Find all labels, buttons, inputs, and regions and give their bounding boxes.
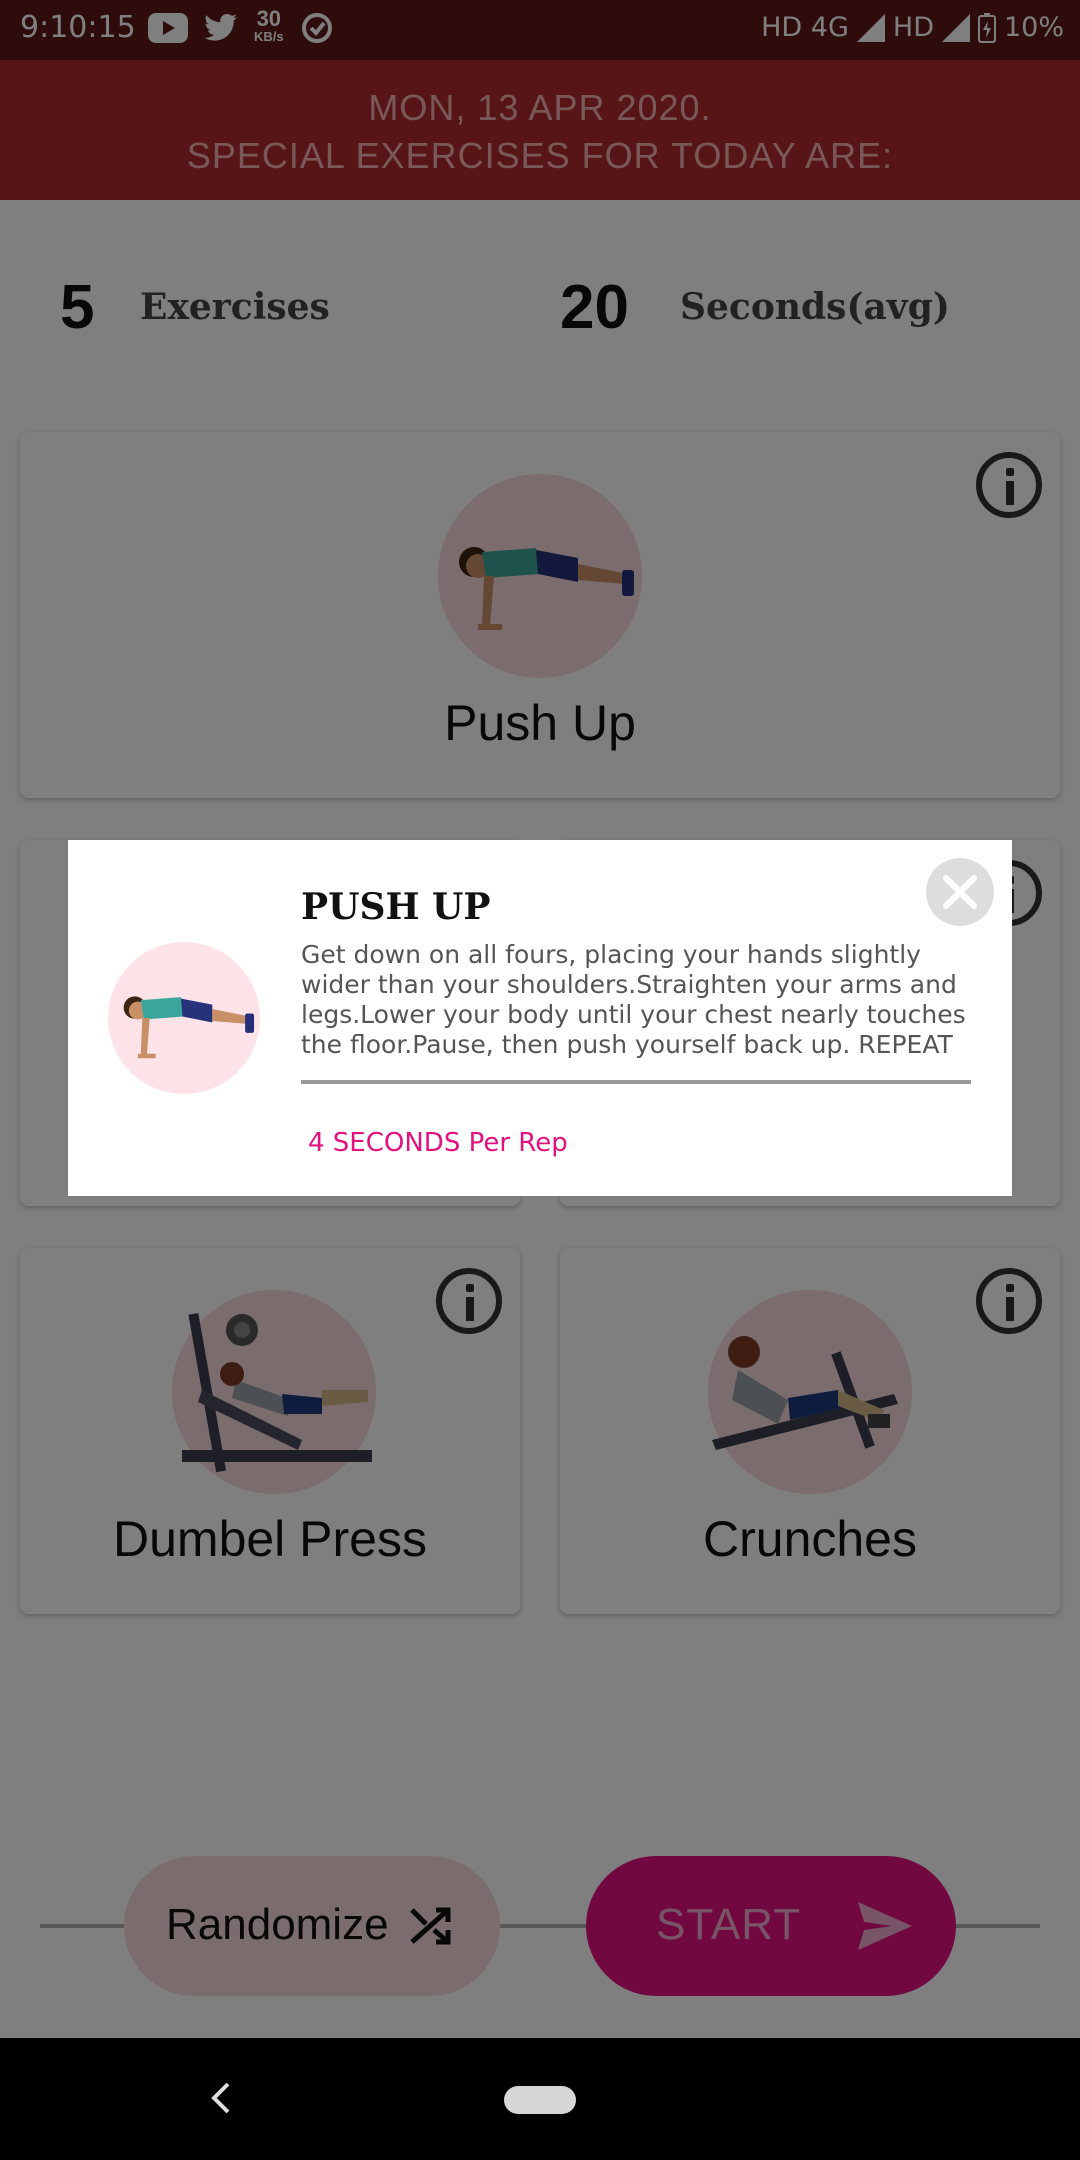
dialog-image-circle — [108, 942, 260, 1094]
dialog-rep-info: 4 SECONDS Per Rep — [308, 1128, 568, 1158]
dialog-description: Get down on all fours, placing your hand… — [301, 940, 966, 1059]
close-button[interactable] — [926, 858, 994, 926]
navigation-bar — [0, 2038, 1080, 2160]
push-up-illustration — [123, 996, 255, 1059]
dialog-title: PUSH UP — [301, 886, 491, 928]
exercise-info-dialog: PUSH UP Get down on all fours, placing y… — [68, 840, 1012, 1196]
home-button[interactable] — [504, 2086, 576, 2114]
close-icon — [943, 875, 977, 909]
back-icon[interactable] — [206, 2080, 236, 2116]
dialog-divider — [301, 1080, 971, 1084]
